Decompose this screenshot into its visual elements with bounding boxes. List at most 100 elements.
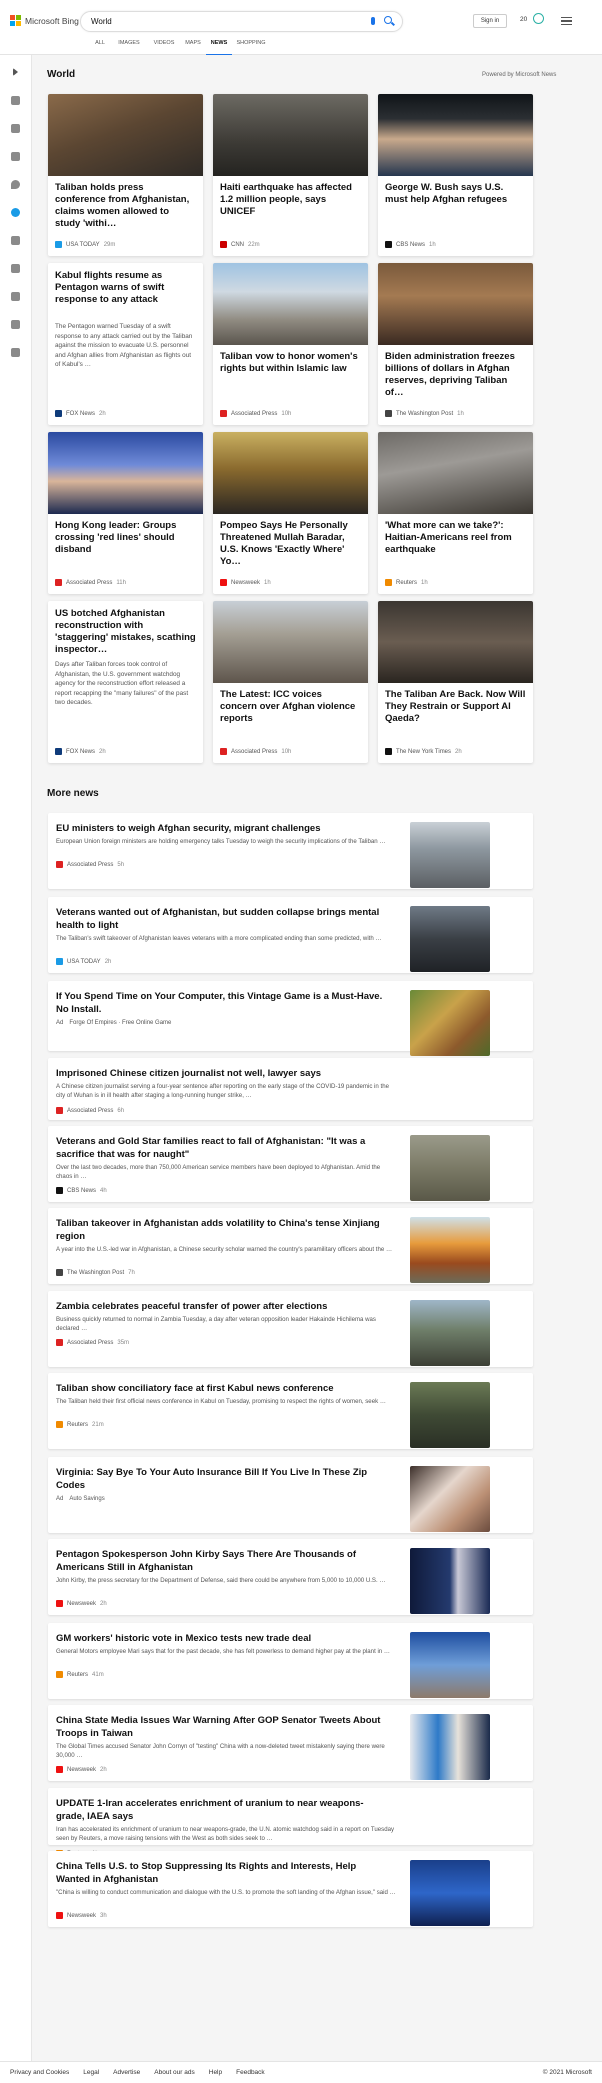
news-card-image[interactable] — [48, 432, 203, 514]
news-card[interactable]: US botched Afghanistan reconstruction wi… — [48, 601, 203, 763]
entertainment-icon[interactable] — [11, 292, 20, 301]
expand-icon[interactable] — [13, 68, 18, 76]
news-list-item[interactable]: Zambia celebrates peaceful transfer of p… — [48, 1291, 533, 1367]
news-card[interactable]: The Taliban Are Back. Now Will They Rest… — [378, 601, 533, 763]
rewards-points[interactable]: 20 — [520, 16, 527, 23]
news-list-title[interactable]: If You Spend Time on Your Computer, this… — [56, 990, 386, 1016]
search-icon[interactable] — [384, 16, 392, 24]
news-card-image[interactable] — [213, 94, 368, 176]
news-list-source[interactable]: Associated Press 6h — [56, 1107, 124, 1114]
news-card[interactable]: Hong Kong leader: Groups crossing 'red l… — [48, 432, 203, 594]
rewards-medal-icon[interactable] — [533, 13, 544, 24]
news-card-source[interactable]: USA TODAY 29m — [55, 241, 115, 248]
news-list-title[interactable]: Taliban show conciliatory face at first … — [56, 1382, 386, 1395]
science-icon[interactable] — [11, 236, 20, 245]
tab-videos[interactable]: VIDEOS — [148, 40, 180, 55]
news-card[interactable]: Kabul flights resume as Pentagon warns o… — [48, 263, 203, 425]
globe-icon[interactable] — [11, 208, 20, 217]
news-list-thumbnail[interactable] — [410, 990, 490, 1056]
news-card-image[interactable] — [213, 601, 368, 683]
news-list-title[interactable]: China Tells U.S. to Stop Suppressing Its… — [56, 1860, 386, 1886]
news-card-source[interactable]: The Washington Post 1h — [385, 410, 464, 417]
ad-sponsor[interactable]: Forge Of Empires · Free Online Game — [69, 1020, 171, 1026]
news-list-title[interactable]: Veterans and Gold Star families react to… — [56, 1135, 386, 1161]
news-card[interactable]: The Latest: ICC voices concern over Afgh… — [213, 601, 368, 763]
news-list-source[interactable]: Newsweek 3h — [56, 1912, 107, 1919]
news-list-title[interactable]: EU ministers to weigh Afghan security, m… — [56, 822, 386, 835]
news-card-image[interactable] — [378, 432, 533, 514]
news-list-item[interactable]: Taliban takeover in Afghanistan adds vol… — [48, 1208, 533, 1284]
news-list-item[interactable]: Imprisoned Chinese citizen journalist no… — [48, 1058, 533, 1120]
news-list-thumbnail[interactable] — [410, 1466, 490, 1532]
news-card-source[interactable]: Associated Press 11h — [55, 579, 126, 586]
footer-link[interactable]: About our ads — [154, 2069, 194, 2076]
news-list-title[interactable]: Taliban takeover in Afghanistan adds vol… — [56, 1217, 386, 1243]
news-list-item[interactable]: UPDATE 1-Iran accelerates enrichment of … — [48, 1788, 533, 1857]
news-card-source[interactable]: Associated Press 10h — [220, 410, 291, 417]
news-card-title[interactable]: 'What more can we take?': Haitian-Americ… — [385, 520, 526, 556]
footer-link[interactable]: Feedback — [236, 2069, 265, 2076]
news-list-title[interactable]: Imprisoned Chinese citizen journalist no… — [56, 1067, 386, 1080]
news-list-title[interactable]: Veterans wanted out of Afghanistan, but … — [56, 906, 386, 932]
footer-link[interactable]: Privacy and Cookies — [10, 2069, 69, 2076]
news-list-source[interactable]: CBS News 4h — [56, 1187, 107, 1194]
news-list-source[interactable]: Newsweek 2h — [56, 1600, 107, 1607]
news-card-source[interactable]: FOX News 2h — [55, 748, 106, 755]
news-list-title[interactable]: Pentagon Spokesperson John Kirby Says Th… — [56, 1548, 386, 1574]
news-list-item[interactable]: Pentagon Spokesperson John Kirby Says Th… — [48, 1539, 533, 1615]
flag-icon[interactable] — [11, 152, 20, 161]
news-card-source[interactable]: The New York Times 2h — [385, 748, 462, 755]
news-list-source[interactable]: USA TODAY 2h — [56, 958, 111, 965]
news-card-title[interactable]: The Taliban Are Back. Now Will They Rest… — [385, 689, 526, 725]
news-list-thumbnail[interactable] — [410, 1632, 490, 1698]
news-card-source[interactable]: CBS News 1h — [385, 241, 436, 248]
search-box[interactable]: World — [80, 11, 403, 32]
news-list-item[interactable]: EU ministers to weigh Afghan security, m… — [48, 813, 533, 889]
news-list-title[interactable]: GM workers' historic vote in Mexico test… — [56, 1632, 386, 1645]
news-list-source[interactable]: Newsweek 2h — [56, 1766, 107, 1773]
news-list-title[interactable]: Virginia: Say Bye To Your Auto Insurance… — [56, 1466, 386, 1492]
location-icon[interactable] — [11, 180, 20, 189]
tools-icon[interactable] — [11, 124, 20, 133]
news-list-thumbnail[interactable] — [410, 1135, 490, 1201]
news-card-title[interactable]: Pompeo Says He Personally Threatened Mul… — [220, 520, 361, 568]
news-card-source[interactable]: Newsweek 1h — [220, 579, 271, 586]
news-card[interactable]: Taliban holds press conference from Afgh… — [48, 94, 203, 256]
news-card[interactable]: George W. Bush says U.S. must help Afgha… — [378, 94, 533, 256]
news-card-title[interactable]: Hong Kong leader: Groups crossing 'red l… — [55, 520, 196, 556]
sports-icon[interactable] — [11, 264, 20, 273]
news-card-image[interactable] — [378, 94, 533, 176]
news-card-image[interactable] — [213, 263, 368, 345]
news-list-thumbnail[interactable] — [410, 1714, 490, 1780]
news-list-thumbnail[interactable] — [410, 1382, 490, 1448]
news-card-source[interactable]: Associated Press 10h — [220, 748, 291, 755]
news-card-image[interactable] — [378, 263, 533, 345]
news-card-source[interactable]: CNN 22m — [220, 241, 260, 248]
news-list-item[interactable]: Veterans wanted out of Afghanistan, but … — [48, 897, 533, 973]
news-card-image[interactable] — [48, 94, 203, 176]
news-card[interactable]: Biden administration freezes billions of… — [378, 263, 533, 425]
news-list-item[interactable]: If You Spend Time on Your Computer, this… — [48, 981, 533, 1056]
news-card[interactable]: Taliban vow to honor women's rights but … — [213, 263, 368, 425]
news-card-title[interactable]: The Latest: ICC voices concern over Afgh… — [220, 689, 361, 725]
tab-maps[interactable]: MAPS — [180, 40, 206, 55]
news-card[interactable]: Pompeo Says He Personally Threatened Mul… — [213, 432, 368, 594]
news-list-item[interactable]: Taliban show conciliatory face at first … — [48, 1373, 533, 1449]
news-list-source[interactable]: Reuters 21m — [56, 1421, 104, 1428]
news-card-title[interactable]: Taliban vow to honor women's rights but … — [220, 351, 361, 375]
footer-link[interactable]: Help — [209, 2069, 222, 2076]
news-list-thumbnail[interactable] — [410, 1860, 490, 1926]
news-card-title[interactable]: US botched Afghanistan reconstruction wi… — [55, 608, 196, 656]
news-card-title[interactable]: George W. Bush says U.S. must help Afgha… — [385, 182, 526, 206]
news-list-thumbnail[interactable] — [410, 822, 490, 888]
ad-sponsor[interactable]: Auto Savings — [69, 1496, 104, 1502]
news-card[interactable]: Haiti earthquake has affected 1.2 millio… — [213, 94, 368, 256]
news-list-thumbnail[interactable] — [410, 906, 490, 972]
news-list-title[interactable]: Zambia celebrates peaceful transfer of p… — [56, 1300, 386, 1313]
news-card-title[interactable]: Kabul flights resume as Pentagon warns o… — [55, 270, 196, 306]
news-list-item[interactable]: Veterans and Gold Star families react to… — [48, 1126, 533, 1202]
footer-link[interactable]: Legal — [83, 2069, 99, 2076]
news-list-item[interactable]: China State Media Issues War Warning Aft… — [48, 1705, 533, 1781]
tab-news[interactable]: NEWS — [206, 40, 232, 55]
news-card[interactable]: 'What more can we take?': Haitian-Americ… — [378, 432, 533, 594]
